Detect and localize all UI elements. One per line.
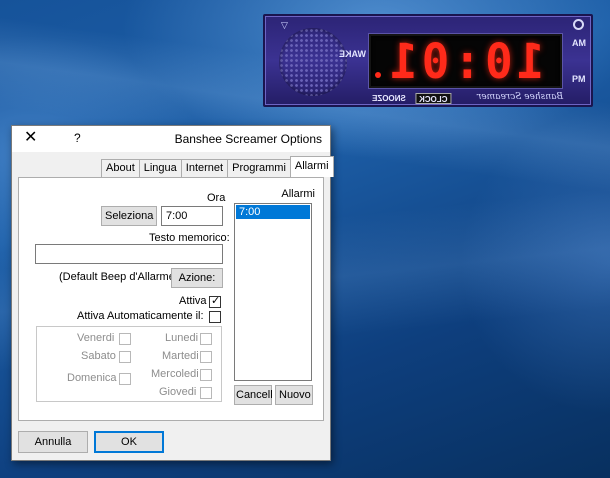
clock-button-row: SNOOZE CLOCK — [369, 93, 452, 104]
day-checkbox-sunday[interactable] — [119, 373, 131, 385]
day-label-monday: Lunedi — [165, 332, 199, 344]
tab-internet[interactable]: Internet — [180, 159, 229, 177]
day-label-saturday: Sabato — [81, 350, 116, 362]
clock-time: 10:01 — [386, 32, 545, 90]
pm-indicator: PM — [572, 74, 586, 84]
snooze-button[interactable]: SNOOZE — [369, 93, 409, 104]
speaker-grille-icon — [279, 28, 347, 96]
brand-signature: Banshee Screamer — [477, 92, 564, 102]
triangle-menu-icon[interactable]: ▽ — [281, 20, 288, 31]
help-button[interactable]: ? — [74, 131, 81, 145]
day-checkbox-wednesday[interactable] — [200, 369, 212, 381]
day-label-thursday: Giovedi — [159, 386, 197, 398]
dialog-titlebar[interactable]: ✕ ? Banshee Screamer Options — [12, 126, 330, 152]
time-label: Ora — [207, 192, 226, 204]
tab-programmi[interactable]: Programmi — [227, 159, 291, 177]
day-checkbox-monday[interactable] — [200, 333, 212, 345]
day-label-friday: Venerdi — [77, 332, 115, 344]
wake-label: WAKE — [339, 49, 366, 59]
auto-activate-label: Attiva Automaticamente il: — [77, 310, 204, 322]
day-checkbox-tuesday[interactable] — [200, 351, 212, 363]
clock-button[interactable]: CLOCK — [414, 93, 452, 104]
auto-activate-checkbox[interactable] — [209, 311, 221, 323]
day-checkbox-saturday[interactable] — [119, 351, 131, 363]
close-icon[interactable]: ✕ — [24, 129, 37, 147]
action-button[interactable]: Azione: — [171, 268, 223, 288]
active-checkbox[interactable]: ✓ — [209, 295, 221, 308]
tab-about[interactable]: About — [101, 159, 140, 177]
lcd-display: 10:01 — [369, 32, 562, 90]
time-input[interactable]: 7:00 — [161, 206, 223, 226]
new-alarm-button[interactable]: Nuovo — [275, 385, 313, 405]
active-label: Attiva — [179, 295, 207, 307]
alarms-list-label: Allarmi — [281, 188, 315, 200]
cancel-button[interactable]: Annulla — [18, 431, 88, 453]
options-dialog: ✕ ? Banshee Screamer Options Allarmi Pro… — [11, 125, 334, 461]
delete-alarm-button[interactable]: Cancell — [234, 385, 273, 405]
tab-lingua[interactable]: Lingua — [138, 159, 182, 177]
day-label-sunday: Domenica — [67, 372, 117, 384]
tab-strip: Allarmi Programmi Internet Lingua About — [101, 156, 334, 177]
alarms-panel: Allarmi 7:00 Nuovo Cancell Ora Seleziona… — [18, 177, 324, 421]
action-value: (Default Beep d'Allarme) — [59, 271, 179, 283]
ok-button[interactable]: OK — [94, 431, 164, 453]
day-checkbox-friday[interactable] — [119, 333, 131, 345]
tab-allarmi[interactable]: Allarmi — [289, 156, 334, 177]
alarm-list-item[interactable]: 7:00 — [236, 205, 310, 219]
am-indicator: AM — [572, 38, 586, 48]
days-group: Lunedi Martedi Mercoledi Giovedi Venerdi… — [36, 326, 222, 402]
checkmark-icon: ✓ — [211, 295, 221, 307]
memo-input[interactable] — [35, 244, 223, 264]
memo-label: Testo memorico: — [149, 232, 230, 244]
select-time-button[interactable]: Seleziona — [101, 206, 157, 226]
dialog-title: Banshee Screamer Options — [174, 132, 322, 146]
day-label-tuesday: Martedi — [162, 350, 199, 362]
alarms-list[interactable]: 7:00 — [234, 203, 312, 381]
day-label-wednesday: Mercoledi — [151, 368, 199, 380]
lcd-indicator-dot — [375, 72, 381, 78]
day-checkbox-thursday[interactable] — [200, 387, 212, 399]
power-icon[interactable] — [573, 19, 584, 30]
alarm-clock-widget[interactable]: ▽ WAKE 10:01 AM PM SNOOZE CLOCK Banshee … — [263, 14, 593, 107]
